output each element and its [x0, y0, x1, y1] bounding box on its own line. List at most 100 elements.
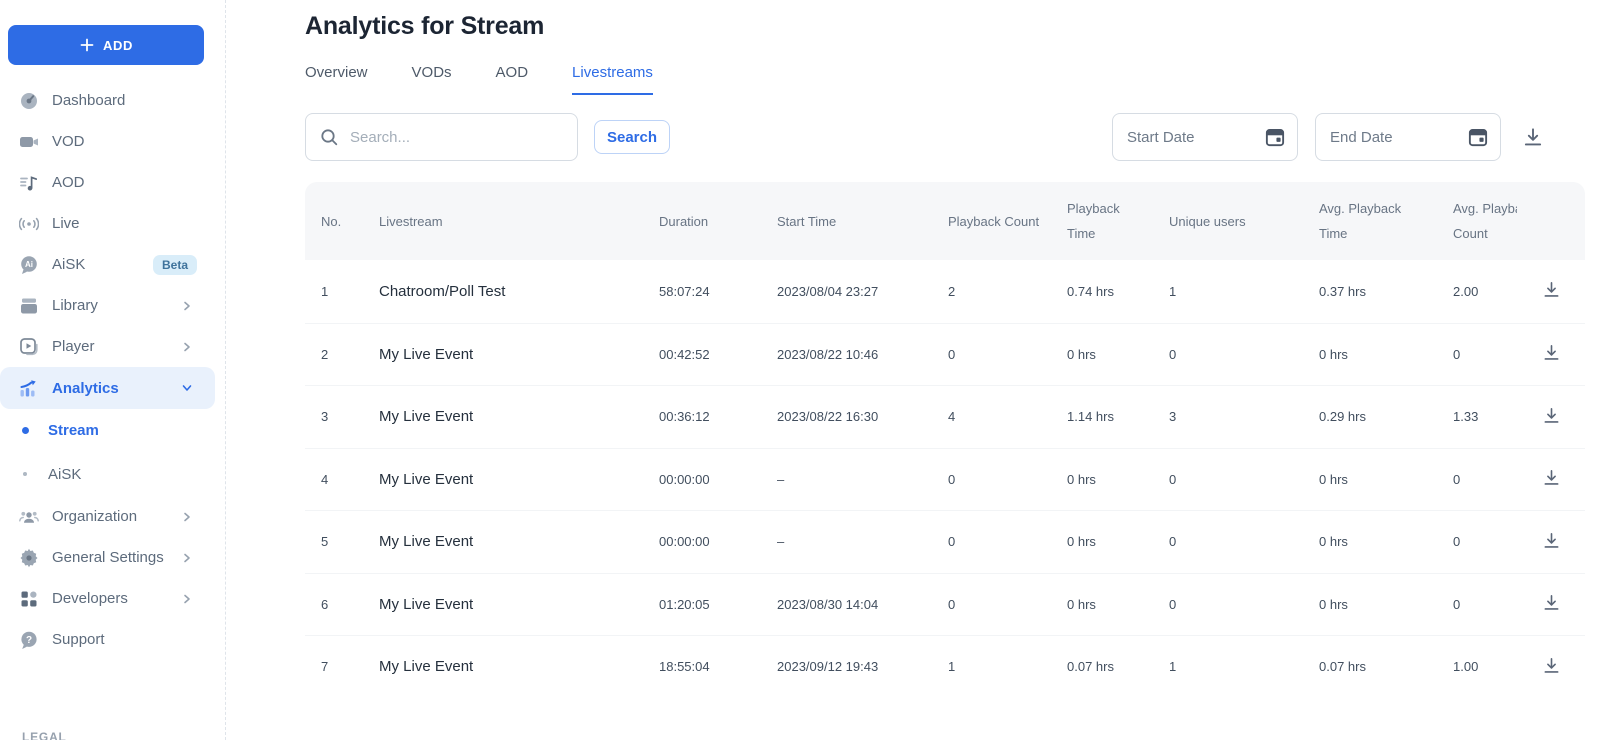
chevron-right-icon	[181, 341, 193, 353]
start-date-input[interactable]	[1112, 113, 1298, 161]
broadcast-icon	[18, 213, 40, 235]
row-download-button[interactable]	[1540, 591, 1563, 617]
sidebar-item-label: VOD	[52, 133, 85, 150]
sidebar-subitem-stream[interactable]: Stream	[0, 408, 215, 452]
sidebar: ADD Dashboard VOD AOD Live Ai AiSK Beta …	[0, 0, 226, 740]
table-row: 7 My Live Event 18:55:04 2023/09/12 19:4…	[305, 635, 1585, 698]
tab-aod[interactable]: AOD	[496, 64, 529, 95]
sidebar-item-label: Analytics	[52, 380, 119, 397]
cell-livestream: Chatroom/Poll Test	[379, 283, 659, 300]
table-row: 6 My Live Event 01:20:05 2023/08/30 14:0…	[305, 573, 1585, 636]
cell-avg-playback-count: 1.33	[1453, 409, 1517, 424]
gauge-icon	[18, 90, 40, 112]
row-download-button[interactable]	[1540, 654, 1563, 680]
library-icon	[18, 295, 40, 317]
row-download-button[interactable]	[1540, 341, 1563, 367]
row-download-button[interactable]	[1540, 404, 1563, 430]
cell-livestream: My Live Event	[379, 346, 659, 363]
cell-actions	[1540, 466, 1563, 492]
cell-unique-users: 1	[1169, 284, 1319, 299]
plus-icon	[79, 37, 95, 53]
sidebar-subitem-aisk[interactable]: AiSK	[0, 452, 215, 496]
cell-no: 2	[321, 347, 379, 362]
tab-label: VODs	[412, 64, 452, 81]
download-icon	[1542, 656, 1561, 678]
cell-actions	[1540, 529, 1563, 555]
cell-start-time: –	[777, 472, 948, 487]
column-header-livestream: Livestream	[379, 209, 659, 234]
sidebar-item-library[interactable]: Library	[0, 285, 215, 326]
cell-playback-time: 0 hrs	[1067, 472, 1169, 487]
sidebar-item-dashboard[interactable]: Dashboard	[0, 80, 215, 121]
cell-avg-playback-time: 0 hrs	[1319, 347, 1453, 362]
cell-actions	[1540, 278, 1563, 304]
column-header-no-: No.	[321, 209, 379, 234]
table-row: 2 My Live Event 00:42:52 2023/08/22 10:4…	[305, 323, 1585, 386]
add-button-label: ADD	[103, 38, 133, 53]
search-input[interactable]	[305, 113, 578, 161]
cell-start-time: 2023/08/30 14:04	[777, 597, 948, 612]
row-download-button[interactable]	[1540, 466, 1563, 492]
player-icon	[18, 336, 40, 358]
sidebar-nav-bottom: Organization General Settings Developers…	[0, 496, 215, 660]
end-date-input[interactable]	[1315, 113, 1501, 161]
sidebar-item-label: Dashboard	[52, 92, 125, 109]
sidebar-item-player[interactable]: Player	[0, 326, 215, 367]
table-body: 1 Chatroom/Poll Test 58:07:24 2023/08/04…	[305, 260, 1585, 698]
cell-playback-count: 0	[948, 534, 1067, 549]
cell-playback-time: 0 hrs	[1067, 534, 1169, 549]
search-field	[305, 113, 578, 161]
sidebar-item-general-settings[interactable]: General Settings	[0, 537, 215, 578]
sidebar-item-developers[interactable]: Developers	[0, 578, 215, 619]
cell-avg-playback-time: 0.07 hrs	[1319, 659, 1453, 674]
tab-overview[interactable]: Overview	[305, 64, 368, 95]
cell-duration: 58:07:24	[659, 284, 777, 299]
sidebar-item-support[interactable]: ? Support	[0, 619, 215, 660]
column-header-start-time: Start Time	[777, 209, 948, 234]
cell-avg-playback-time: 0 hrs	[1319, 534, 1453, 549]
chevron-right-icon	[181, 552, 193, 564]
sidebar-item-organization[interactable]: Organization	[0, 496, 215, 537]
chevron-right-icon	[181, 300, 193, 312]
cell-actions	[1540, 404, 1563, 430]
download-icon	[1542, 531, 1561, 553]
cell-unique-users: 0	[1169, 347, 1319, 362]
table-row: 4 My Live Event 00:00:00 – 0 0 hrs 0 0 h…	[305, 448, 1585, 511]
sidebar-item-label: Live	[52, 215, 80, 232]
sidebar-item-label: Library	[52, 297, 98, 314]
table-row: 3 My Live Event 00:36:12 2023/08/22 16:3…	[305, 385, 1585, 448]
cell-no: 1	[321, 284, 379, 299]
cell-start-time: 2023/08/04 23:27	[777, 284, 948, 299]
cell-unique-users: 1	[1169, 659, 1319, 674]
bullet-icon	[18, 472, 32, 476]
search-button[interactable]: Search	[594, 120, 670, 154]
row-download-button[interactable]	[1540, 529, 1563, 555]
question-icon: ?	[18, 629, 40, 651]
search-icon	[319, 127, 339, 147]
cell-playback-time: 1.14 hrs	[1067, 409, 1169, 424]
cell-avg-playback-count: 1.00	[1453, 659, 1517, 674]
ai-chat-icon: Ai	[18, 254, 40, 276]
tab-vods[interactable]: VODs	[412, 64, 452, 95]
add-button[interactable]: ADD	[8, 25, 204, 65]
tab-livestreams[interactable]: Livestreams	[572, 64, 653, 95]
sidebar-item-label: AOD	[52, 174, 85, 191]
sidebar-item-live[interactable]: Live	[0, 203, 215, 244]
sidebar-item-aisk[interactable]: Ai AiSK Beta	[0, 244, 215, 285]
cell-playback-time: 0.07 hrs	[1067, 659, 1169, 674]
sidebar-item-analytics[interactable]: Analytics	[0, 367, 215, 409]
column-header-duration: Duration	[659, 209, 777, 234]
cell-avg-playback-count: 0	[1453, 347, 1517, 362]
page-title: Analytics for Stream	[305, 12, 544, 41]
main-content: Analytics for Stream Overview VODs AOD L…	[226, 0, 1600, 740]
sidebar-item-label: Developers	[52, 590, 128, 607]
sidebar-item-vod[interactable]: VOD	[0, 121, 215, 162]
export-download-button[interactable]	[1520, 125, 1546, 151]
cell-unique-users: 0	[1169, 597, 1319, 612]
row-download-button[interactable]	[1540, 278, 1563, 304]
cell-start-time: 2023/09/12 19:43	[777, 659, 948, 674]
cell-unique-users: 0	[1169, 472, 1319, 487]
sidebar-item-aod[interactable]: AOD	[0, 162, 215, 203]
table-row: 5 My Live Event 00:00:00 – 0 0 hrs 0 0 h…	[305, 510, 1585, 573]
grid-icon	[18, 588, 40, 610]
